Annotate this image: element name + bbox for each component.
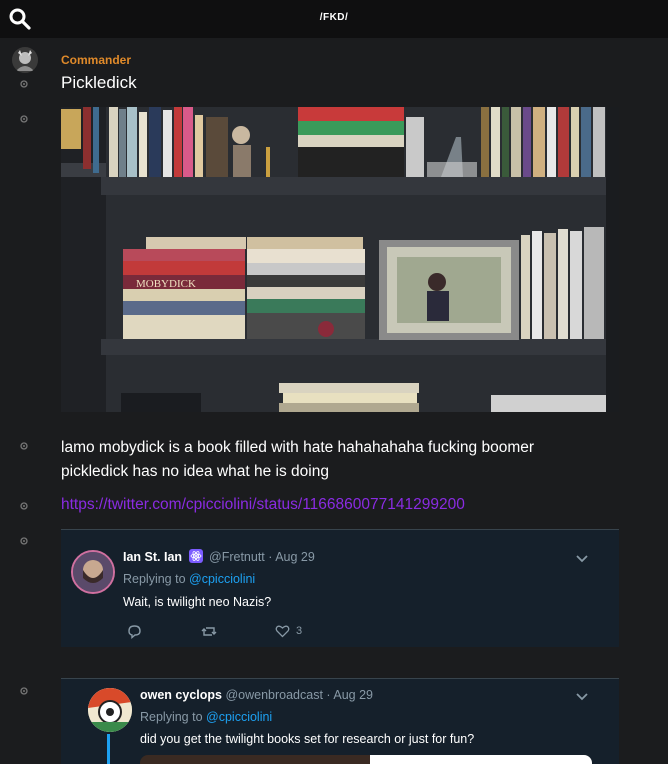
thread-dot-icon: [20, 687, 28, 695]
post-title: Pickledick: [61, 73, 137, 92]
replying-to-label: Replying to: [140, 710, 203, 724]
thread-dot-icon: [20, 537, 28, 545]
embedded-tweet[interactable]: Ian St. Ian @Fretnutt · Aug 29 Replying …: [61, 529, 619, 647]
reply-icon: [128, 625, 141, 639]
post-image-bookshelf[interactable]: MOBYDICK: [61, 107, 619, 412]
reply-action[interactable]: [127, 624, 142, 639]
replying-to-handle[interactable]: @cpicciolini: [206, 710, 272, 724]
tweet-author-name[interactable]: Ian St. Ian: [123, 550, 182, 564]
replying-to-handle[interactable]: @cpicciolini: [189, 572, 255, 586]
tweet-author-handle[interactable]: @owenbroadcast: [225, 688, 322, 702]
replying-to-label: Replying to: [123, 572, 186, 586]
chevron-down-icon[interactable]: [575, 692, 589, 702]
avatar[interactable]: [12, 47, 38, 73]
tweet-avatar[interactable]: [71, 550, 115, 594]
heart-icon: [275, 625, 290, 638]
thread-connector: [107, 734, 110, 764]
thread-dot-icon: [20, 80, 28, 88]
like-action[interactable]: 3: [275, 624, 302, 638]
tweet-avatar[interactable]: [88, 688, 132, 732]
thread-dot-icon: [20, 502, 28, 510]
tweet-text: did you get the twilight books set for r…: [140, 732, 475, 746]
post-body: lamo mobydick is a book filled with hate…: [61, 439, 535, 480]
tweet-link[interactable]: https://twitter.com/cpicciolini/status/1…: [61, 496, 465, 514]
embedded-tweet[interactable]: owen cyclops @owenbroadcast · Aug 29 Rep…: [61, 678, 619, 764]
tweet-author-name[interactable]: owen cyclops: [140, 688, 222, 702]
retweet-action[interactable]: [201, 624, 217, 639]
like-count: 3: [296, 625, 303, 637]
tweet-date[interactable]: · Aug 29: [326, 688, 373, 702]
tweet-date[interactable]: · Aug 29: [268, 550, 315, 564]
chevron-down-icon[interactable]: [575, 554, 589, 564]
book-spine-mobydick: MOBYDICK: [136, 278, 196, 290]
retweet-icon: [201, 627, 217, 636]
top-bar: /FKD/: [0, 0, 668, 38]
tweet-text: Wait, is twilight neo Nazis?: [123, 595, 272, 609]
thread-dot-icon: [20, 442, 28, 450]
tweet-author-handle[interactable]: @Fretnutt: [209, 550, 265, 564]
atom-badge-icon: [188, 549, 203, 563]
thread-dot-icon: [20, 115, 28, 123]
board-title[interactable]: /FKD/: [0, 12, 668, 23]
post-author[interactable]: Commander: [61, 53, 131, 67]
